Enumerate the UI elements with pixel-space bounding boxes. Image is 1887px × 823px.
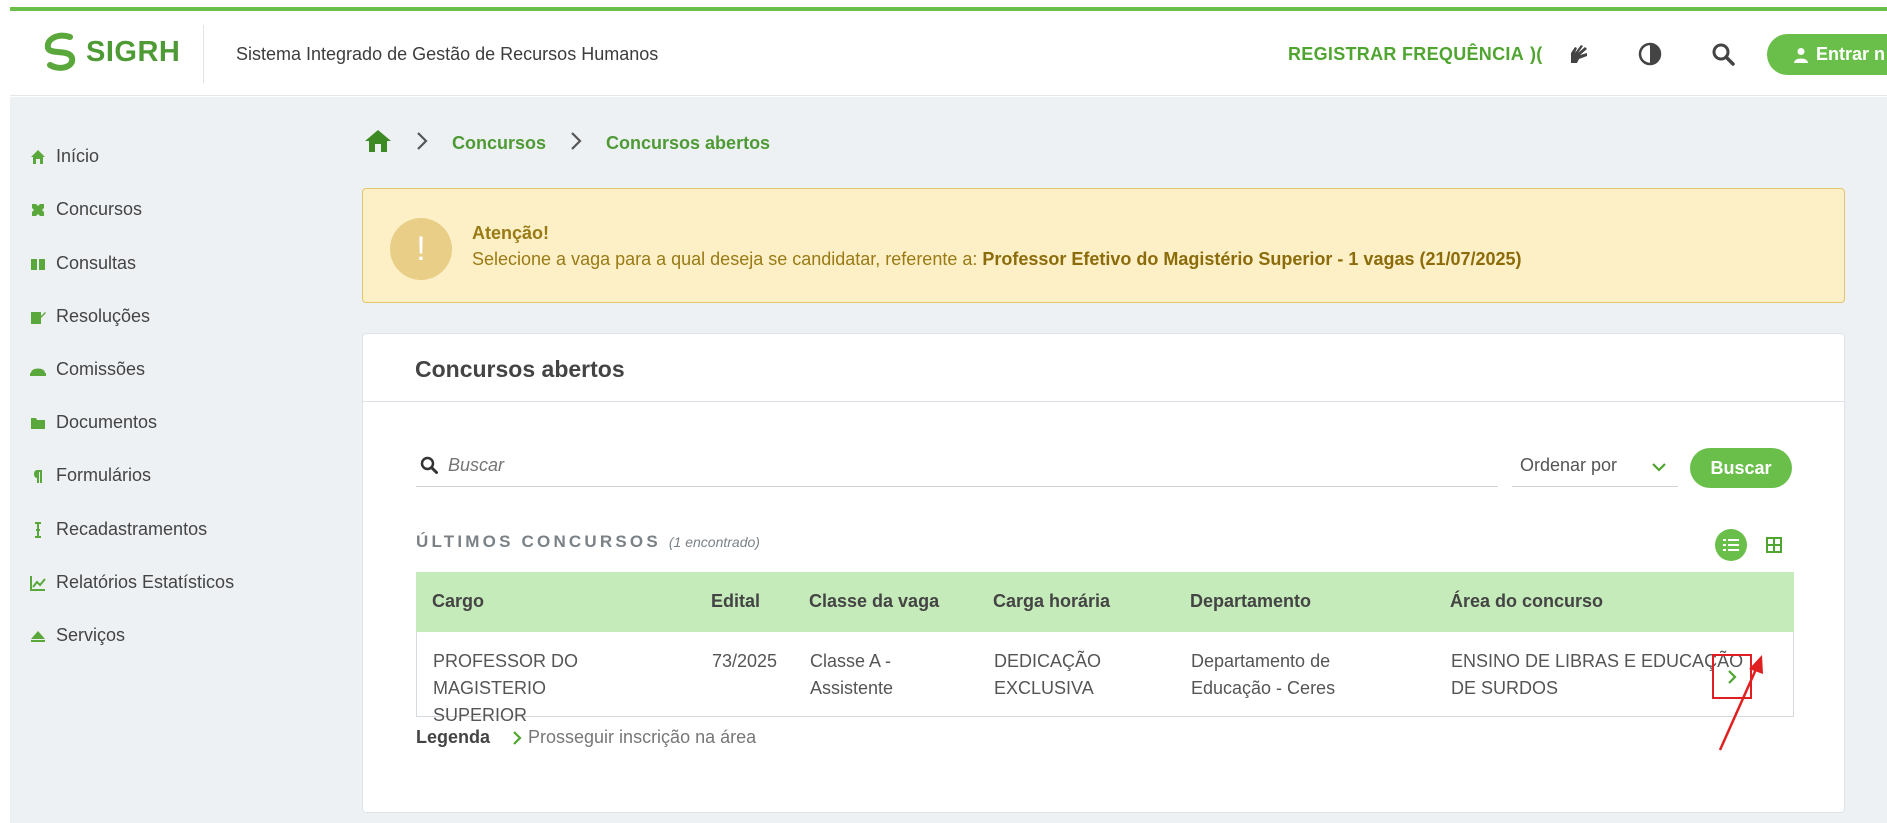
legend: Legenda Prosseguir inscrição na área	[416, 727, 756, 748]
user-icon	[1794, 47, 1808, 63]
cell-departamento: Departamento de Educação - Ceres	[1191, 651, 1336, 698]
sidebar-item-label: Recadastramentos	[56, 519, 208, 539]
search-field[interactable]	[416, 444, 1498, 487]
table-row[interactable]: PROFESSOR DO MAGISTERIO SUPERIOR 73/2025 …	[416, 632, 1794, 725]
sidebar-item-label: Serviços	[56, 625, 126, 645]
chart-icon	[30, 575, 46, 591]
cursor-icon	[30, 521, 46, 538]
alert-highlight: Professor Efetivo do Magistério Superior…	[982, 249, 1522, 269]
login-label: Entrar n	[1816, 44, 1886, 64]
sidebar-item-documentos[interactable]: Documentos	[30, 412, 157, 433]
hat-icon	[30, 362, 46, 378]
sign-language-icon[interactable]	[1563, 39, 1593, 69]
search-input[interactable]	[448, 454, 1448, 476]
header-carga: Carga horária	[993, 591, 1111, 611]
logo[interactable]: SIGRH	[40, 31, 180, 73]
header-classe: Classe da vaga	[809, 591, 940, 611]
section-label: ÚLTIMOS CONCURSOS (1 encontrado)	[416, 532, 760, 552]
open-contests-card: Concursos abertos Ordenar por Buscar ÚLT…	[362, 333, 1845, 813]
alert-body: Selecione a vaga para a qual deseja se c…	[472, 249, 1522, 270]
section-count: (1 encontrado)	[668, 534, 760, 550]
search-button[interactable]: Buscar	[1690, 448, 1792, 488]
sidebar-item-label: Início	[56, 146, 100, 166]
card-title: Concursos abertos	[415, 356, 625, 382]
header: SIGRH Sistema Integrado de Gestão de Rec…	[10, 11, 1887, 96]
search-icon	[420, 456, 438, 474]
sidebar-item-label: Comissões	[56, 359, 146, 379]
search-icon[interactable]	[1708, 39, 1738, 69]
sigrh-logo-icon	[44, 32, 76, 71]
breadcrumb-concursos-abertos[interactable]: Concursos abertos	[606, 133, 770, 154]
home-icon	[30, 149, 46, 165]
register-attendance-label: REGISTRAR FREQUÊNCIA	[1288, 44, 1525, 64]
sidebar-item-servicos[interactable]: Serviços	[30, 625, 125, 646]
header-area: Área do concurso	[1450, 591, 1604, 611]
legend-text: Prosseguir inscrição na área	[528, 727, 757, 747]
legend-label: Legenda	[416, 727, 491, 747]
sidebar-item-label: Formulários	[56, 465, 152, 485]
chevron-right-icon	[570, 131, 582, 156]
sidebar-item-label: Resoluções	[56, 306, 151, 326]
sidebar-item-label: Relatórios Estatísticos	[56, 572, 235, 592]
cell-area: ENSINO DE LIBRAS E EDUCAÇÃO DE SURDOS	[1451, 651, 1744, 698]
register-attendance-link[interactable]: REGISTRAR FREQUÊNCIA)(	[1288, 44, 1543, 65]
exclamation-icon: !	[390, 218, 452, 280]
header-edital: Edital	[711, 591, 761, 611]
sidebar-item-recadastramentos[interactable]: Recadastramentos	[30, 519, 207, 540]
sidebar-item-relatorios[interactable]: Relatórios Estatísticos	[30, 572, 234, 593]
list-view-icon[interactable]	[1715, 529, 1747, 561]
contests-table: Cargo Edital Classe da vaga Carga horári…	[416, 572, 1794, 725]
sidebar-item-resolucoes[interactable]: Resoluções	[30, 306, 150, 327]
eject-icon	[30, 628, 46, 644]
sidebar-item-inicio[interactable]: Início	[30, 146, 99, 167]
alert-title: Atenção!	[472, 223, 550, 243]
section-title: ÚLTIMOS CONCURSOS	[416, 532, 661, 551]
tools-icon	[30, 202, 46, 218]
order-by-label: Ordenar por	[1520, 454, 1618, 475]
register-attendance-glyph: )(	[1530, 44, 1543, 64]
book-icon	[30, 256, 46, 272]
sidebar-item-label: Documentos	[56, 412, 158, 432]
paragraph-icon	[30, 468, 46, 484]
alert-text: Selecione a vaga para a qual deseja se c…	[472, 249, 983, 269]
chevron-right-icon	[513, 730, 522, 745]
login-button[interactable]: Entrar n	[1767, 34, 1887, 75]
chevron-right-icon	[416, 131, 428, 156]
sidebar-item-label: Concursos	[56, 199, 143, 219]
card-divider	[363, 401, 1844, 402]
chevron-down-icon	[1652, 456, 1666, 477]
breadcrumb-concursos[interactable]: Concursos	[452, 133, 546, 154]
home-icon[interactable]	[364, 129, 392, 158]
breadcrumb: Concursos Concursos abertos	[364, 129, 770, 158]
cell-carga: DEDICAÇÃO EXCLUSIVA	[994, 651, 1102, 698]
contrast-icon[interactable]	[1635, 39, 1665, 69]
sidebar-item-consultas[interactable]: Consultas	[30, 253, 136, 274]
logo-text: SIGRH	[86, 35, 181, 68]
annotation-arrow-icon	[1718, 655, 1763, 751]
folder-icon	[30, 415, 46, 431]
cell-classe: Classe A - Assistente	[810, 651, 894, 698]
sidebar-item-label: Consultas	[56, 253, 137, 273]
sidebar-item-formularios[interactable]: Formulários	[30, 465, 151, 486]
header-departamento: Departamento	[1190, 591, 1312, 611]
sidebar-item-concursos[interactable]: Concursos	[30, 199, 142, 220]
order-by-select[interactable]: Ordenar por	[1512, 444, 1678, 487]
edit-icon	[30, 309, 46, 325]
header-cargo: Cargo	[432, 591, 485, 611]
cell-cargo: PROFESSOR DO MAGISTERIO SUPERIOR	[433, 651, 579, 725]
sidebar-item-comissoes[interactable]: Comissões	[30, 359, 145, 380]
header-divider	[203, 25, 204, 83]
table-header: Cargo Edital Classe da vaga Carga horári…	[416, 572, 1794, 632]
attention-alert: ! Atenção! Selecione a vaga para a qual …	[362, 188, 1845, 303]
system-name: Sistema Integrado de Gestão de Recursos …	[236, 44, 659, 64]
grid-view-icon[interactable]	[1761, 532, 1787, 558]
cell-edital: 73/2025	[712, 651, 778, 671]
